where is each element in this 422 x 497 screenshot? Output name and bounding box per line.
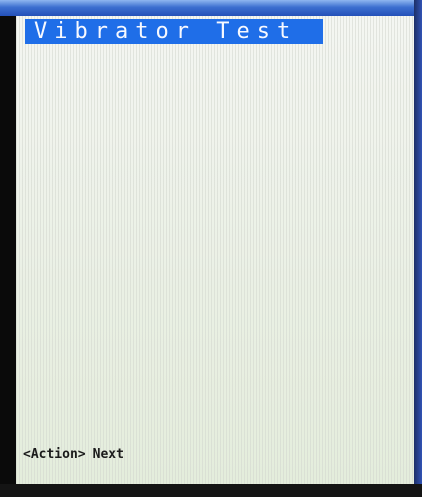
title-bar: Vibrator Test: [25, 19, 323, 44]
device-top-bezel: [0, 0, 422, 16]
device-screen: Vibrator Test <Action> Next: [16, 16, 414, 484]
device-bottom-bezel: [0, 484, 422, 497]
page-title: Vibrator Test: [34, 19, 298, 44]
softkey-hint[interactable]: <Action> Next: [23, 444, 124, 464]
device-right-bezel: [414, 0, 422, 497]
next-action-label[interactable]: Next: [93, 447, 124, 462]
action-key-label: <Action>: [23, 446, 86, 462]
